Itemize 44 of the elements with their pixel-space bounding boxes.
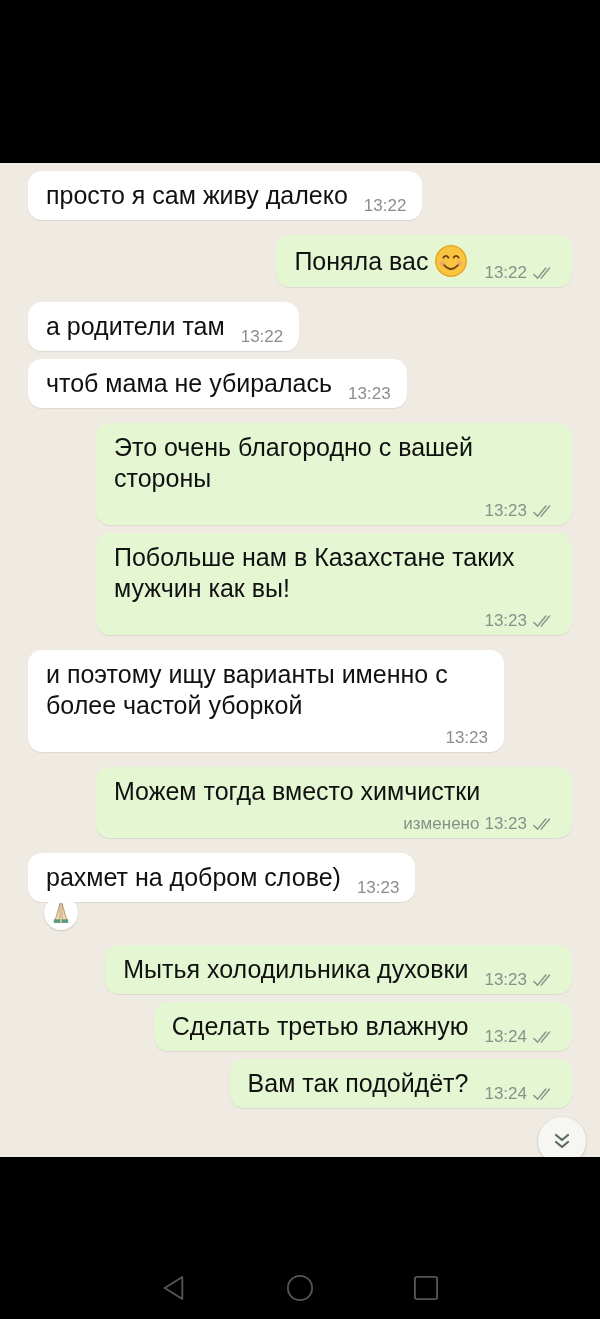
received-message-bubble[interactable]: а родители там 13:22 xyxy=(28,302,300,351)
recent-apps-icon[interactable] xyxy=(414,1276,438,1300)
message-text: Это очень благородно с вашей стороны xyxy=(114,432,474,494)
edited-label: изменено xyxy=(403,813,480,835)
message-time: 13:24 xyxy=(484,1026,527,1048)
message-text: просто я сам живу далеко xyxy=(46,180,348,211)
sent-message-bubble[interactable]: Это очень благородно с вашей стороны 13:23 xyxy=(96,423,572,525)
message-text: Побольше нам в Казахстане таких мужчин как вы! xyxy=(114,542,516,604)
message-time: 13:24 xyxy=(484,1083,527,1105)
sent-message-bubble[interactable]: Поняла вас 13:22 xyxy=(276,235,572,287)
message-text: Можем тогда вместо химчистки xyxy=(114,776,481,807)
message-time: 13:23 xyxy=(484,500,527,522)
message-text: Мытья холодильника духовки xyxy=(123,954,469,985)
message-text: рахмет на добром слове) xyxy=(46,862,341,893)
sent-message-bubble[interactable]: Сделать третью влажную 13:24 xyxy=(153,1002,572,1051)
message-time: 13:23 xyxy=(484,813,527,835)
scroll-down-button[interactable] xyxy=(538,1117,586,1157)
message-time: 13:22 xyxy=(484,262,527,284)
reaction-badge[interactable] xyxy=(44,896,78,930)
sent-message-bubble[interactable]: Мытья холодильника духовки 13:23 xyxy=(105,945,572,994)
message-time: 13:23 xyxy=(356,877,400,899)
received-message-bubble[interactable]: просто я сам живу далеко 13:22 xyxy=(28,171,423,220)
message-text: чтоб мама не убиралась xyxy=(46,368,333,399)
message-text: Вам так подойдёт? xyxy=(247,1068,469,1099)
sent-message-bubble[interactable]: Можем тогда вместо химчистки изменено 13:23 xyxy=(96,767,572,838)
double-chevron-down-icon xyxy=(552,1131,572,1151)
back-icon[interactable] xyxy=(162,1275,186,1301)
home-icon[interactable] xyxy=(286,1274,314,1302)
sent-message-bubble[interactable]: Побольше нам в Казахстане таких мужчин как вы! 13:23 xyxy=(96,533,572,635)
sent-message-bubble[interactable]: Вам так подойдёт? 13:24 xyxy=(229,1059,572,1108)
message-time: 13:23 xyxy=(348,383,391,405)
received-message-bubble[interactable]: чтоб мама не убиралась 13:23 xyxy=(28,359,407,408)
received-message-bubble[interactable]: рахмет на добром слове) 13:23 xyxy=(28,853,416,902)
message-text: и поэтому ищу варианты именно с более частой уборкой xyxy=(46,659,449,721)
praying-hands-icon xyxy=(52,901,70,925)
message-text: а родители там xyxy=(46,311,225,342)
message-time: 13:23 xyxy=(445,727,488,749)
message-time: 13:23 xyxy=(484,610,527,632)
message-time: 13:22 xyxy=(240,326,284,348)
message-time: 13:23 xyxy=(484,969,527,991)
received-message-bubble[interactable]: и поэтому ищу варианты именно с более частой уборкой 13:23 xyxy=(28,650,504,752)
message-text: Сделать третью влажную xyxy=(171,1011,469,1042)
message-text: Поняла вас xyxy=(294,245,429,277)
message-time: 13:22 xyxy=(363,195,407,217)
